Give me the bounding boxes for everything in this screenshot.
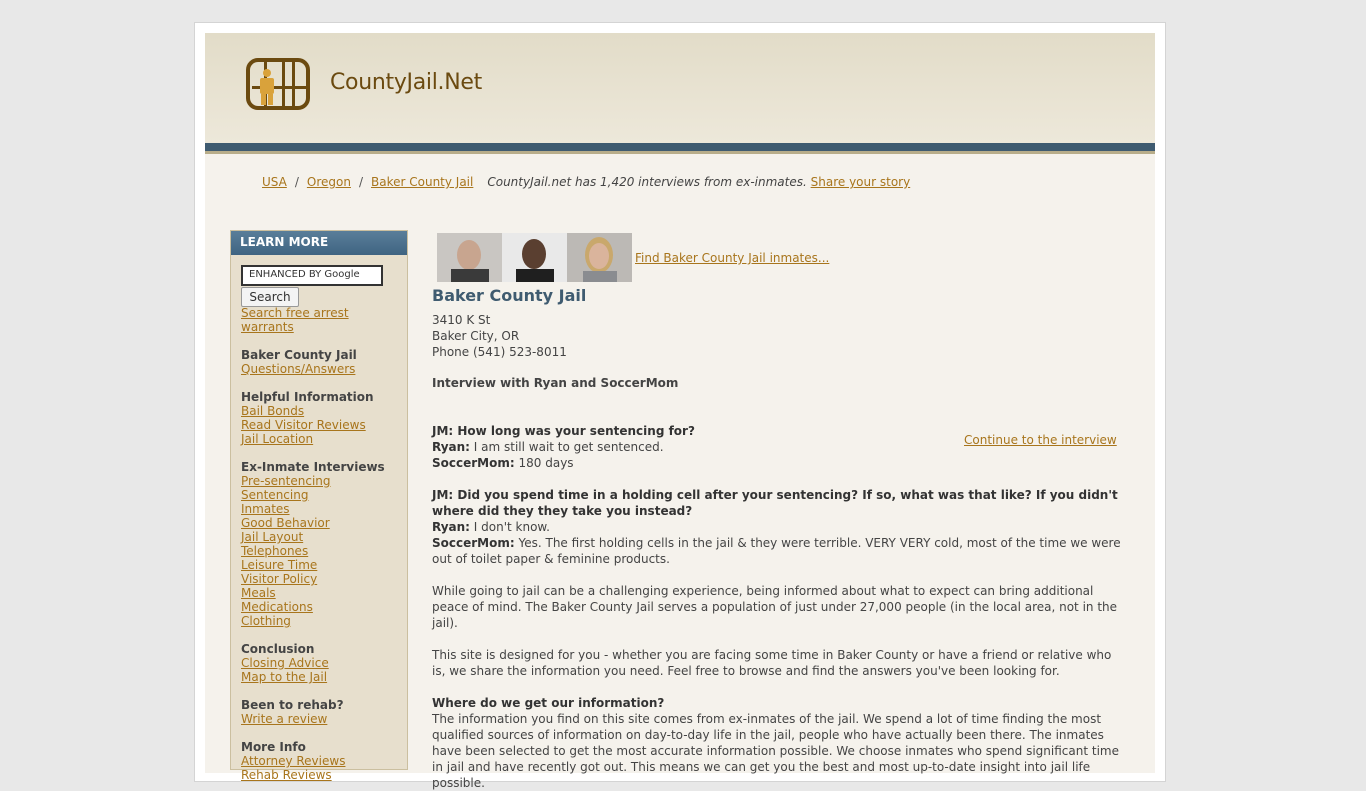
sidebar-item-pre-sentencing[interactable]: Pre-sentencing: [241, 474, 401, 488]
sidebar-item-jail-location[interactable]: Jail Location: [241, 432, 401, 446]
sidebar-heading: LEARN MORE: [231, 231, 407, 255]
sidebar-item-rehab-reviews[interactable]: Rehab Reviews: [241, 768, 401, 782]
sidebar-item-sentencing[interactable]: Sentencing: [241, 488, 401, 502]
sidebar-item-medications[interactable]: Medications: [241, 600, 401, 614]
interview-title: Interview with Ryan and SoccerMom: [432, 376, 679, 390]
answer: SoccerMom: 180 days: [432, 456, 574, 470]
interview-content: JM: How long was your sentencing for? Ry…: [432, 423, 1124, 791]
sidebar-item-meals[interactable]: Meals: [241, 586, 401, 600]
page-title: Baker County Jail: [432, 286, 587, 305]
sidebar-item-good-behavior[interactable]: Good Behavior: [241, 516, 401, 530]
sidebar-item-leisure-time[interactable]: Leisure Time: [241, 558, 401, 572]
sidebar-item-arrest-warrants[interactable]: Search free arrest warrants: [241, 306, 401, 334]
intro-paragraph: While going to jail can be a challenging…: [432, 584, 1118, 630]
mugshot-image[interactable]: [567, 233, 632, 282]
sidebar-item-closing-advice[interactable]: Closing Advice: [241, 656, 401, 670]
info-paragraph: The information you find on this site co…: [432, 712, 1119, 790]
search-placeholder: ENHANCED BY Google: [249, 269, 360, 280]
jail-address: 3410 K St Baker City, OR Phone (541) 523…: [432, 312, 567, 360]
jail-logo-icon[interactable]: [246, 58, 310, 110]
intro-paragraph: This site is designed for you - whether …: [432, 648, 1112, 678]
sidebar-item-visitor-reviews[interactable]: Read Visitor Reviews: [241, 418, 401, 432]
header-divider: [205, 143, 1155, 151]
sidebar-item-visitor-policy[interactable]: Visitor Policy: [241, 572, 401, 586]
sidebar-links: Search free arrest warrants Baker County…: [241, 306, 401, 782]
sidebar-section-title: Ex-Inmate Interviews: [241, 460, 385, 474]
address-street: 3410 K St: [432, 313, 491, 327]
find-inmates-link[interactable]: Find Baker County Jail inmates...: [635, 251, 829, 265]
breadcrumb-baker-county-jail[interactable]: Baker County Jail: [371, 175, 473, 189]
sidebar-item-attorney-reviews[interactable]: Attorney Reviews: [241, 754, 401, 768]
address-phone: Phone (541) 523-8011: [432, 345, 567, 359]
answer: Ryan: I don't know.: [432, 520, 550, 534]
address-city: Baker City, OR: [432, 329, 520, 343]
sidebar-section-title: Conclusion: [241, 642, 315, 656]
sidebar-item-clothing[interactable]: Clothing: [241, 614, 401, 628]
sidebar-item-inmates[interactable]: Inmates: [241, 502, 401, 516]
info-heading: Where do we get our information?: [432, 696, 665, 710]
sidebar: LEARN MORE ENHANCED BY Google Search Sea…: [230, 230, 408, 782]
sidebar-item-bail-bonds[interactable]: Bail Bonds: [241, 404, 401, 418]
sidebar-item-telephones[interactable]: Telephones: [241, 544, 401, 558]
header-divider-accent: [205, 151, 1155, 154]
breadcrumb-separator: /: [294, 175, 299, 189]
search-input[interactable]: ENHANCED BY Google: [241, 265, 383, 286]
mugshot-image[interactable]: [502, 233, 567, 282]
interview-count-note: CountyJail.net has 1,420 interviews from…: [487, 175, 807, 189]
share-story-link[interactable]: Share your story: [811, 175, 911, 189]
sidebar-item-write-review[interactable]: Write a review: [241, 712, 401, 726]
question: JM: Did you spend time in a holding cell…: [432, 488, 1118, 518]
sidebar-item-jail-layout[interactable]: Jail Layout: [241, 530, 401, 544]
sidebar-section-title: More Info: [241, 740, 306, 754]
answer: Ryan: I am still wait to get sentenced.: [432, 440, 664, 454]
search-button[interactable]: Search: [241, 287, 299, 307]
breadcrumb: USA / Oregon / Baker County Jail CountyJail.n…: [262, 175, 910, 189]
breadcrumb-usa[interactable]: USA: [262, 175, 287, 189]
breadcrumb-separator: /: [358, 175, 363, 189]
sidebar-item-map-to-jail[interactable]: Map to the Jail: [241, 670, 401, 684]
inmate-mugshots[interactable]: [437, 233, 633, 282]
sidebar-item-questions-answers[interactable]: Questions/Answers: [241, 362, 401, 376]
breadcrumb-oregon[interactable]: Oregon: [307, 175, 351, 189]
answer: SoccerMom: Yes. The first holding cells …: [432, 536, 1121, 566]
sidebar-section-title: Been to rehab?: [241, 698, 344, 712]
sidebar-section-title: Baker County Jail: [241, 348, 357, 362]
mugshot-image[interactable]: [437, 233, 502, 282]
question: JM: How long was your sentencing for?: [432, 424, 695, 438]
sidebar-section-title: Helpful Information: [241, 390, 374, 404]
site-name[interactable]: CountyJail.Net: [330, 70, 482, 95]
